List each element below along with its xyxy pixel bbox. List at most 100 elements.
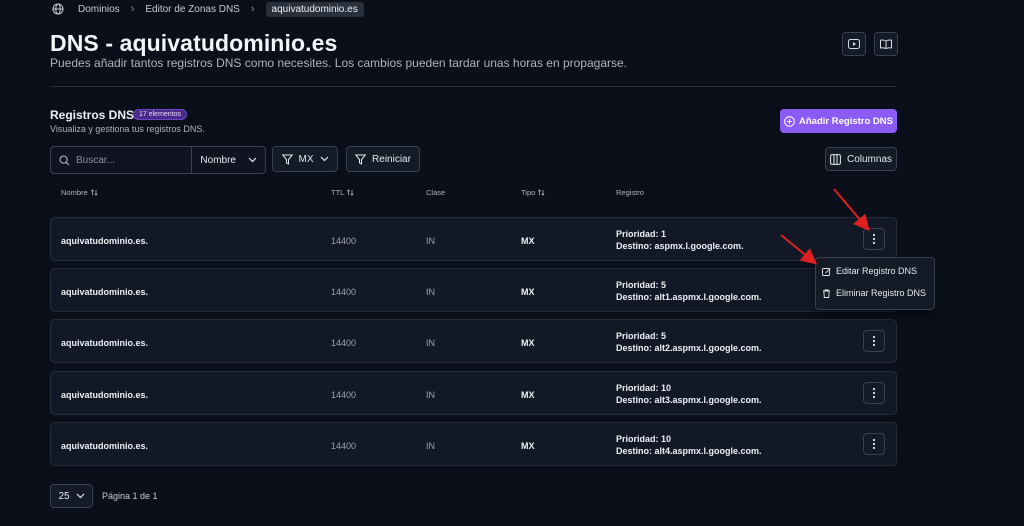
record-priority: Prioridad: 10 — [616, 434, 672, 444]
breadcrumb: Dominios › Editor de Zonas DNS › aquivat… — [52, 0, 364, 18]
record-class: IN — [426, 287, 435, 297]
row-actions-button[interactable] — [863, 433, 885, 455]
column-header-label: Registro — [616, 188, 644, 197]
table-row: aquivatudominio.es. 14400 IN MX Priorida… — [50, 268, 897, 312]
annotation-arrow — [780, 234, 818, 265]
columns-icon — [830, 153, 841, 165]
annotation-arrows — [780, 188, 870, 265]
search-icon — [59, 154, 70, 166]
add-dns-record-label: Añadir Registro DNS — [799, 115, 893, 127]
record-type: MX — [521, 390, 535, 400]
breadcrumb-current: aquivatudominio.es — [265, 1, 364, 17]
more-vertical-icon — [872, 335, 876, 347]
table-row: aquivatudominio.es. 14400 IN MX Priorida… — [50, 371, 897, 415]
record-class: IN — [426, 338, 435, 348]
divider — [50, 86, 897, 87]
reset-filters-label: Reiniciar — [372, 153, 411, 165]
record-target: Destino: alt2.aspmx.l.google.com. — [616, 343, 762, 353]
record-value: Prioridad: 10 Destino: alt3.aspmx.l.goog… — [616, 382, 762, 406]
page-info: Página 1 de 1 — [102, 491, 158, 501]
record-value: Prioridad: 5 Destino: alt1.aspmx.l.googl… — [616, 279, 762, 303]
row-actions-button[interactable] — [863, 330, 885, 352]
book-icon — [880, 39, 892, 49]
record-ttl: 14400 — [331, 390, 357, 400]
sort-icon — [538, 189, 545, 196]
delete-dns-record-item[interactable]: Eliminar Registro DNS — [822, 288, 926, 298]
search-field-select[interactable]: Nombre — [191, 147, 265, 173]
edit-dns-record-label: Editar Registro DNS — [836, 266, 918, 276]
edit-icon — [822, 267, 831, 276]
globe-icon — [52, 3, 64, 15]
record-target: Destino: alt4.aspmx.l.google.com. — [616, 446, 762, 456]
page-title: DNS - aquivatudominio.es — [50, 30, 338, 56]
more-vertical-icon — [872, 438, 876, 450]
record-class: IN — [426, 236, 435, 246]
filter-icon — [355, 154, 367, 165]
record-name: aquivatudominio.es. — [61, 338, 149, 348]
columns-label: Columnas — [846, 153, 893, 165]
column-header-nombre[interactable]: Nombre — [61, 188, 98, 197]
filter-icon — [281, 154, 293, 165]
record-ttl: 14400 — [331, 338, 357, 348]
search-box: Nombre — [50, 146, 266, 174]
record-type: MX — [521, 287, 535, 297]
record-ttl: 14400 — [331, 236, 357, 246]
breadcrumb-zone-editor[interactable]: Editor de Zonas DNS — [145, 4, 240, 15]
table-row: aquivatudominio.es. 14400 IN MX Priorida… — [50, 422, 897, 466]
search-input[interactable] — [74, 153, 188, 167]
rows-per-page-select[interactable]: 25 — [50, 484, 93, 508]
record-name: aquivatudominio.es. — [61, 390, 149, 400]
record-priority: Prioridad: 5 — [616, 280, 667, 290]
record-target: Destino: alt3.aspmx.l.google.com. — [616, 395, 762, 405]
record-type: MX — [521, 236, 535, 246]
record-target: Destino: aspmx.l.google.com. — [616, 241, 744, 251]
edit-dns-record-item[interactable]: Editar Registro DNS — [822, 266, 917, 276]
add-dns-record-button[interactable]: Añadir Registro DNS — [780, 109, 897, 133]
row-actions-button[interactable] — [863, 382, 885, 404]
type-filter-value: MX — [298, 153, 314, 165]
plus-circle-icon — [784, 115, 795, 127]
column-header-label: Clase — [426, 188, 446, 197]
chevron-right-icon: › — [130, 3, 135, 15]
record-name: aquivatudominio.es. — [61, 441, 149, 451]
column-header-label: Nombre — [61, 188, 88, 197]
record-name: aquivatudominio.es. — [61, 236, 149, 246]
column-header-ttl[interactable]: TTL — [331, 188, 354, 197]
reset-filters-button[interactable]: Reiniciar — [346, 146, 420, 172]
columns-button[interactable]: Columnas — [825, 147, 897, 171]
record-priority: Prioridad: 10 — [616, 383, 672, 393]
chevron-down-icon — [320, 156, 329, 162]
record-value: Prioridad: 1 Destino: aspmx.l.google.com… — [616, 228, 744, 252]
chevron-down-icon — [76, 493, 85, 499]
column-header-label: Tipo — [521, 188, 536, 197]
rows-per-page-value: 25 — [58, 490, 70, 502]
record-value: Prioridad: 10 Destino: alt4.aspmx.l.goog… — [616, 433, 762, 457]
section-title: Registros DNS — [50, 108, 135, 122]
video-button[interactable] — [842, 32, 866, 56]
count-badge: 17 elementos — [133, 109, 188, 120]
more-vertical-icon — [872, 387, 876, 399]
breadcrumb-dominios[interactable]: Dominios — [78, 4, 120, 15]
record-class: IN — [426, 390, 435, 400]
search-field-value: Nombre — [200, 154, 236, 166]
docs-button[interactable] — [874, 32, 898, 56]
sort-icon — [90, 189, 98, 196]
record-type: MX — [521, 338, 535, 348]
record-type: MX — [521, 441, 535, 451]
table-row: aquivatudominio.es. 14400 IN MX Priorida… — [50, 319, 897, 363]
record-ttl: 14400 — [331, 441, 357, 451]
annotation-arrow — [833, 188, 870, 232]
column-header-label: TTL — [331, 188, 345, 197]
record-value: Prioridad: 5 Destino: alt2.aspmx.l.googl… — [616, 330, 762, 354]
chevron-right-icon: › — [250, 3, 255, 15]
column-header-clase: Clase — [426, 188, 445, 197]
type-filter-button[interactable]: MX — [272, 146, 338, 172]
sort-icon — [347, 189, 354, 196]
record-target: Destino: alt1.aspmx.l.google.com. — [616, 292, 762, 302]
column-header-tipo[interactable]: Tipo — [521, 188, 545, 197]
chevron-down-icon — [248, 157, 257, 163]
record-priority: Prioridad: 5 — [616, 331, 667, 341]
record-class: IN — [426, 441, 435, 451]
section-subtitle: Visualiza y gestiona tus registros DNS. — [50, 124, 205, 134]
trash-icon — [822, 289, 831, 298]
